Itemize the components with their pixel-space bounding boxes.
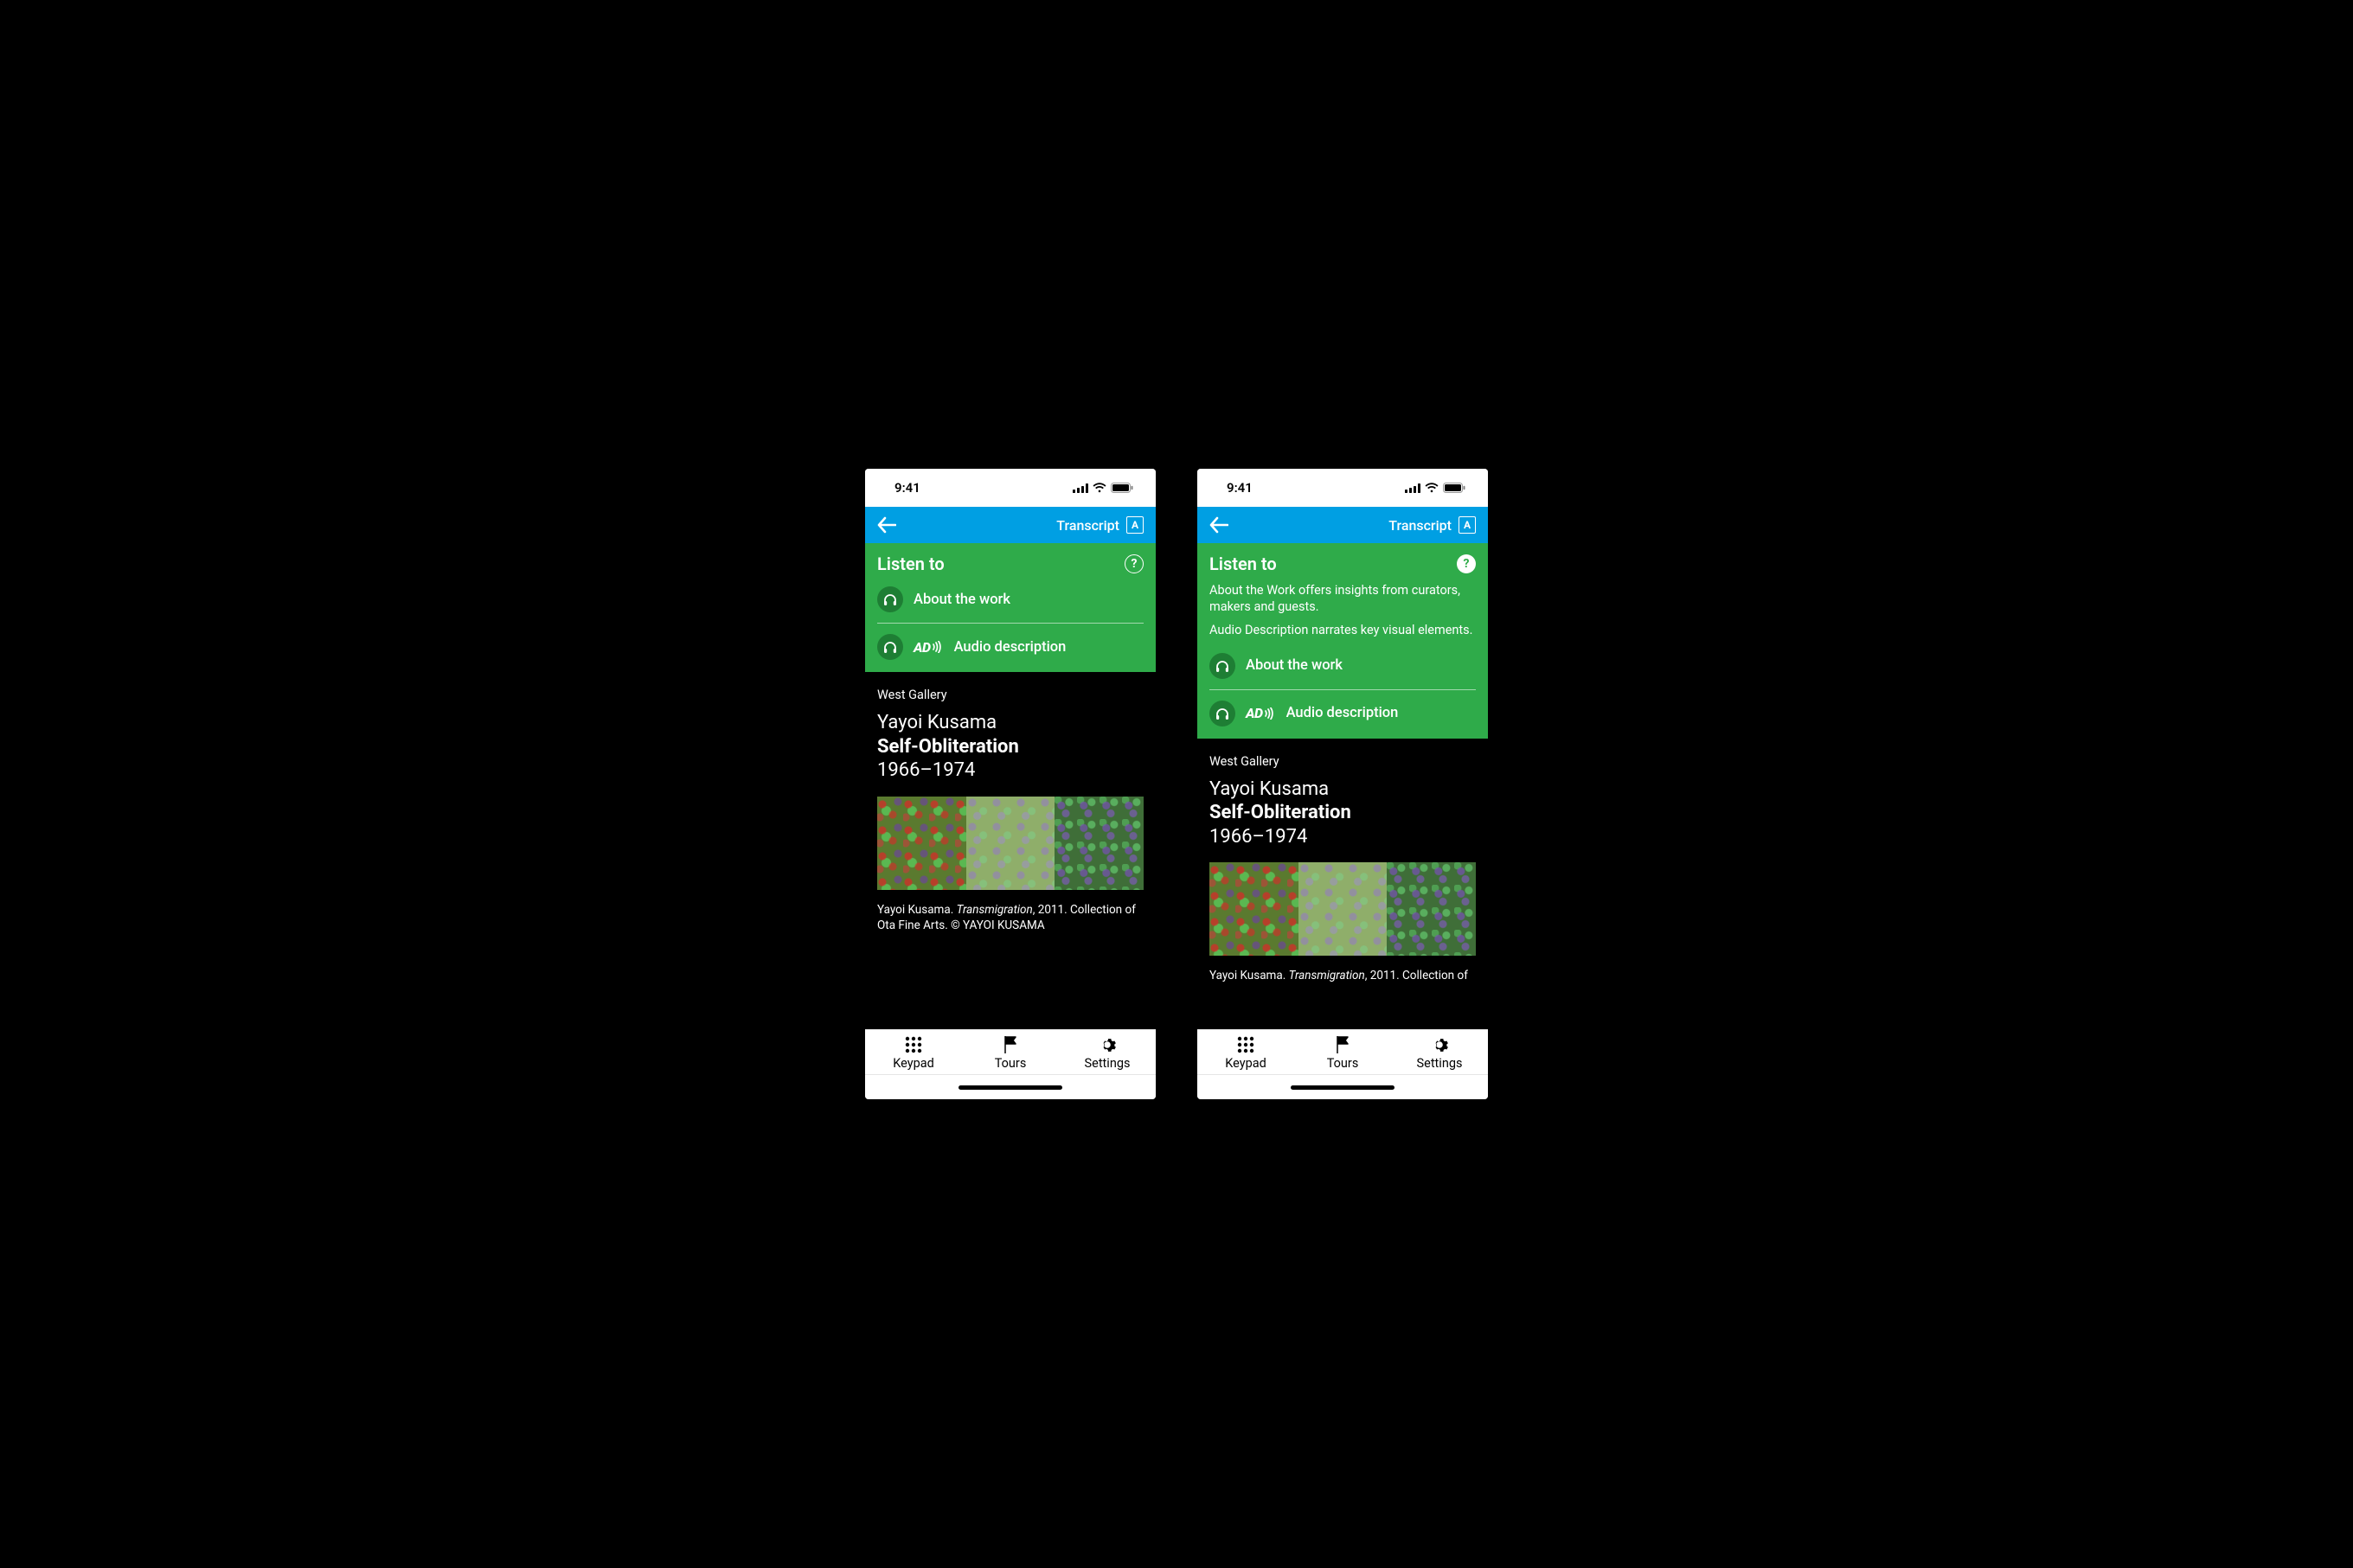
nav-bar: Transcript A (1197, 507, 1488, 543)
tab-label: Keypad (893, 1056, 934, 1071)
help-text-audio-desc: Audio Description narrates key visual el… (1209, 623, 1476, 639)
battery-icon (1111, 483, 1133, 493)
tab-keypad[interactable]: Keypad (1197, 1035, 1294, 1071)
artwork-content: West Gallery Yayoi Kusama Self-Obliterat… (1197, 739, 1488, 1029)
keypad-icon (1236, 1035, 1255, 1054)
headphones-icon (1209, 653, 1235, 679)
listen-title: Listen to (1209, 554, 1277, 574)
wifi-icon (1093, 483, 1106, 493)
arrow-left-icon (877, 516, 896, 534)
listen-title: Listen to (877, 554, 945, 574)
gear-icon (1098, 1035, 1117, 1054)
listen-item-label: About the work (1246, 657, 1343, 674)
home-indicator-area (1197, 1075, 1488, 1099)
status-time: 9:41 (894, 480, 920, 496)
gallery-label: West Gallery (1209, 754, 1476, 769)
listen-item-label: Audio description (954, 639, 1067, 656)
tab-label: Tours (995, 1056, 1027, 1071)
cellular-icon (1073, 483, 1088, 493)
headphones-icon (877, 586, 903, 612)
cellular-icon (1405, 483, 1420, 493)
font-size-button[interactable]: A (1459, 516, 1476, 534)
flag-icon (1334, 1035, 1351, 1054)
artwork-caption: Yayoi Kusama. Transmigration, 2011. Coll… (877, 902, 1144, 933)
transcript-button[interactable]: Transcript (1388, 517, 1452, 534)
listen-panel: Listen to ? About the work AD Audio desc… (865, 543, 1156, 672)
status-time: 9:41 (1227, 480, 1253, 496)
tab-bar: Keypad Tours Settings (865, 1029, 1156, 1075)
listen-about-work[interactable]: About the work (1209, 650, 1476, 689)
tab-settings[interactable]: Settings (1391, 1035, 1488, 1071)
listen-panel-expanded: Listen to ? About the Work offers insigh… (1197, 543, 1488, 739)
tab-label: Settings (1417, 1056, 1463, 1071)
help-text-about: About the Work offers insights from cura… (1209, 583, 1476, 616)
phone-screen-expanded: 9:41 Transcript A Listen to ? About the … (1197, 469, 1488, 1099)
wifi-icon (1425, 483, 1439, 493)
listen-audio-description[interactable]: AD Audio description (877, 623, 1144, 672)
home-indicator[interactable] (1291, 1085, 1394, 1090)
artist-name: Yayoi Kusama (877, 711, 1144, 735)
tab-keypad[interactable]: Keypad (865, 1035, 962, 1071)
headphones-icon (877, 634, 903, 660)
arrow-left-icon (1209, 516, 1228, 534)
tab-label: Settings (1085, 1056, 1131, 1071)
listen-about-work[interactable]: About the work (877, 583, 1144, 623)
tab-label: Keypad (1225, 1056, 1266, 1071)
status-bar: 9:41 (865, 469, 1156, 507)
battery-icon (1443, 483, 1465, 493)
nav-bar: Transcript A (865, 507, 1156, 543)
artist-name: Yayoi Kusama (1209, 778, 1476, 802)
gear-icon (1430, 1035, 1449, 1054)
artwork-content: West Gallery Yayoi Kusama Self-Obliterat… (865, 672, 1156, 1029)
help-button[interactable]: ? (1125, 554, 1144, 573)
status-indicators (1073, 483, 1133, 493)
artwork-image (1209, 862, 1476, 956)
artwork-years: 1966–1974 (1209, 825, 1476, 849)
tab-settings[interactable]: Settings (1059, 1035, 1156, 1071)
tab-tours[interactable]: Tours (1294, 1035, 1391, 1071)
transcript-button[interactable]: Transcript (1056, 517, 1119, 534)
font-size-button[interactable]: A (1126, 516, 1144, 534)
phone-screen-collapsed: 9:41 Transcript A Listen to ? About the … (865, 469, 1156, 1099)
listen-audio-description[interactable]: AD Audio description (1209, 689, 1476, 739)
keypad-icon (904, 1035, 923, 1054)
listen-item-label: Audio description (1286, 705, 1399, 721)
status-bar: 9:41 (1197, 469, 1488, 507)
artwork-image (877, 797, 1144, 890)
tab-label: Tours (1327, 1056, 1359, 1071)
listen-item-label: About the work (914, 592, 1010, 608)
back-button[interactable] (877, 516, 896, 534)
flag-icon (1002, 1035, 1019, 1054)
artwork-caption: Yayoi Kusama. Transmigration, 2011. Coll… (1209, 968, 1476, 983)
status-indicators (1405, 483, 1465, 493)
ad-icon: AD (1246, 705, 1276, 721)
artwork-title: Self-Obliteration (1209, 801, 1476, 825)
artwork-years: 1966–1974 (877, 758, 1144, 783)
tab-tours[interactable]: Tours (962, 1035, 1059, 1071)
ad-icon: AD (914, 639, 944, 656)
back-button[interactable] (1209, 516, 1228, 534)
home-indicator-area (865, 1075, 1156, 1099)
help-button-active[interactable]: ? (1457, 554, 1476, 573)
tab-bar: Keypad Tours Settings (1197, 1029, 1488, 1075)
home-indicator[interactable] (959, 1085, 1062, 1090)
gallery-label: West Gallery (877, 688, 1144, 702)
headphones-icon (1209, 701, 1235, 726)
artwork-title: Self-Obliteration (877, 735, 1144, 759)
